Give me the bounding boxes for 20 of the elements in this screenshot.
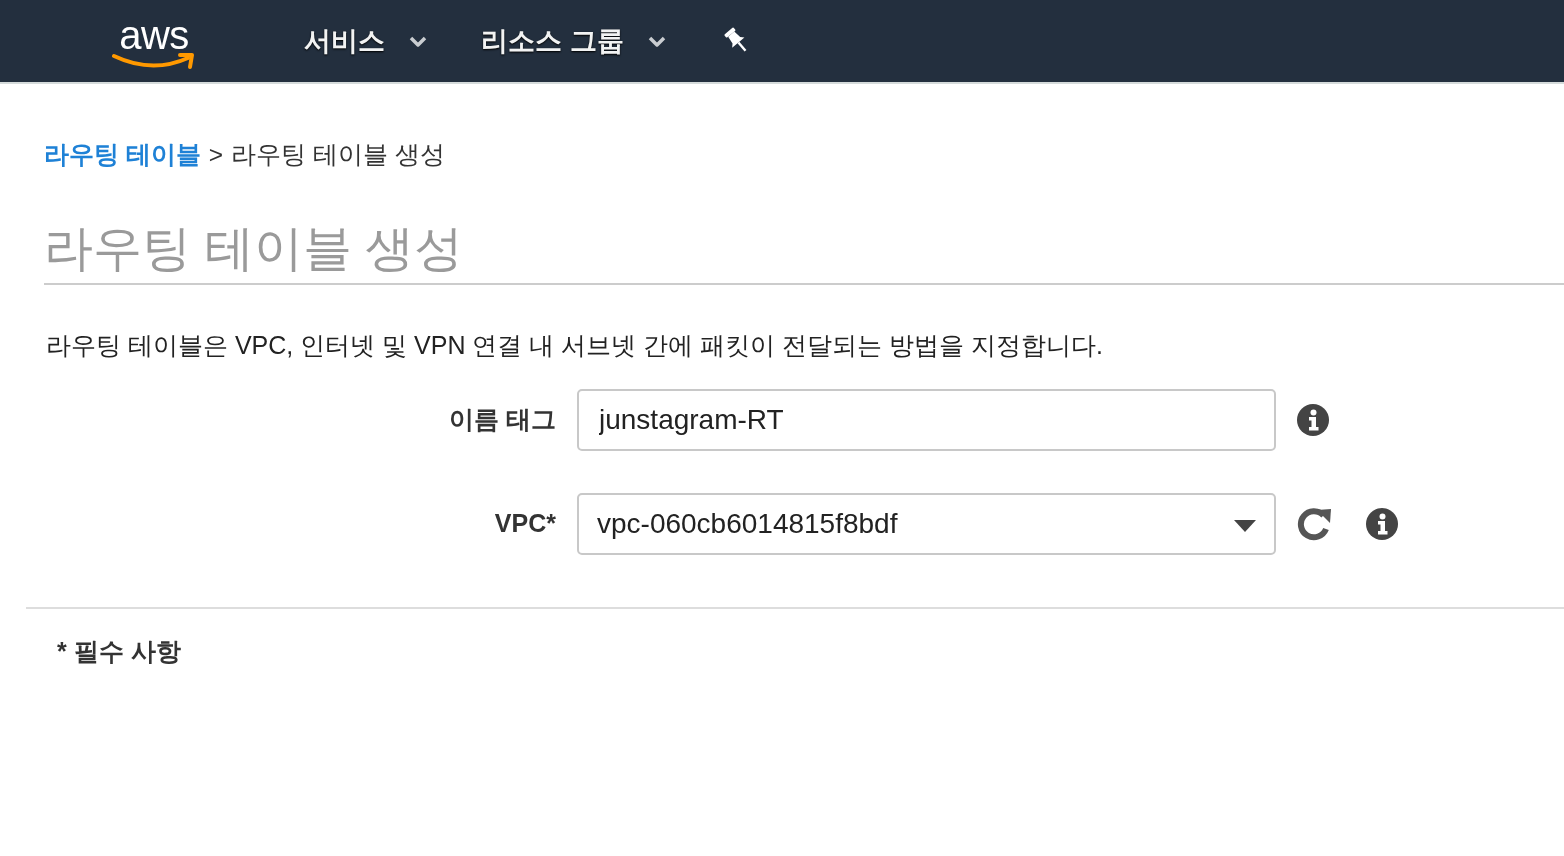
info-icon[interactable] xyxy=(1297,404,1329,436)
vpc-dropdown[interactable]: vpc-060cb6014815f8bdf xyxy=(577,493,1276,555)
breadcrumb-link[interactable]: 라우팅 테이블 xyxy=(44,137,201,173)
nav-menu-button[interactable]: 리소스 그룹 xyxy=(481,20,666,62)
breadcrumb-separator: > xyxy=(208,140,224,170)
caret-icon xyxy=(647,35,666,47)
smile-arrow-icon xyxy=(112,52,196,70)
description-text: 라우팅 테이블은 VPC, 인터넷 및 VPN 연결 내 서브넷 간에 패킷이 전달되는 방법을 지정합니다. xyxy=(45,330,1104,361)
refresh-icon[interactable] xyxy=(1297,507,1333,541)
logo-text[interactable]: aws xyxy=(119,18,189,52)
name-tag-input[interactable]: junstagram-RT xyxy=(577,389,1276,451)
field-label: VPC* xyxy=(493,508,556,540)
nav-menu-button[interactable]: 서비스 xyxy=(304,20,427,62)
breadcrumb-current: 라우팅 테이블 생성 xyxy=(231,140,445,170)
field-label: 이름 태그 xyxy=(448,404,556,436)
required-note: * 필수 사항 xyxy=(57,636,182,667)
page-title: 라우팅 테이블 생성 xyxy=(44,220,465,277)
caret-icon xyxy=(409,35,427,47)
caret-icon xyxy=(1234,520,1256,532)
info-icon[interactable] xyxy=(1366,508,1398,540)
